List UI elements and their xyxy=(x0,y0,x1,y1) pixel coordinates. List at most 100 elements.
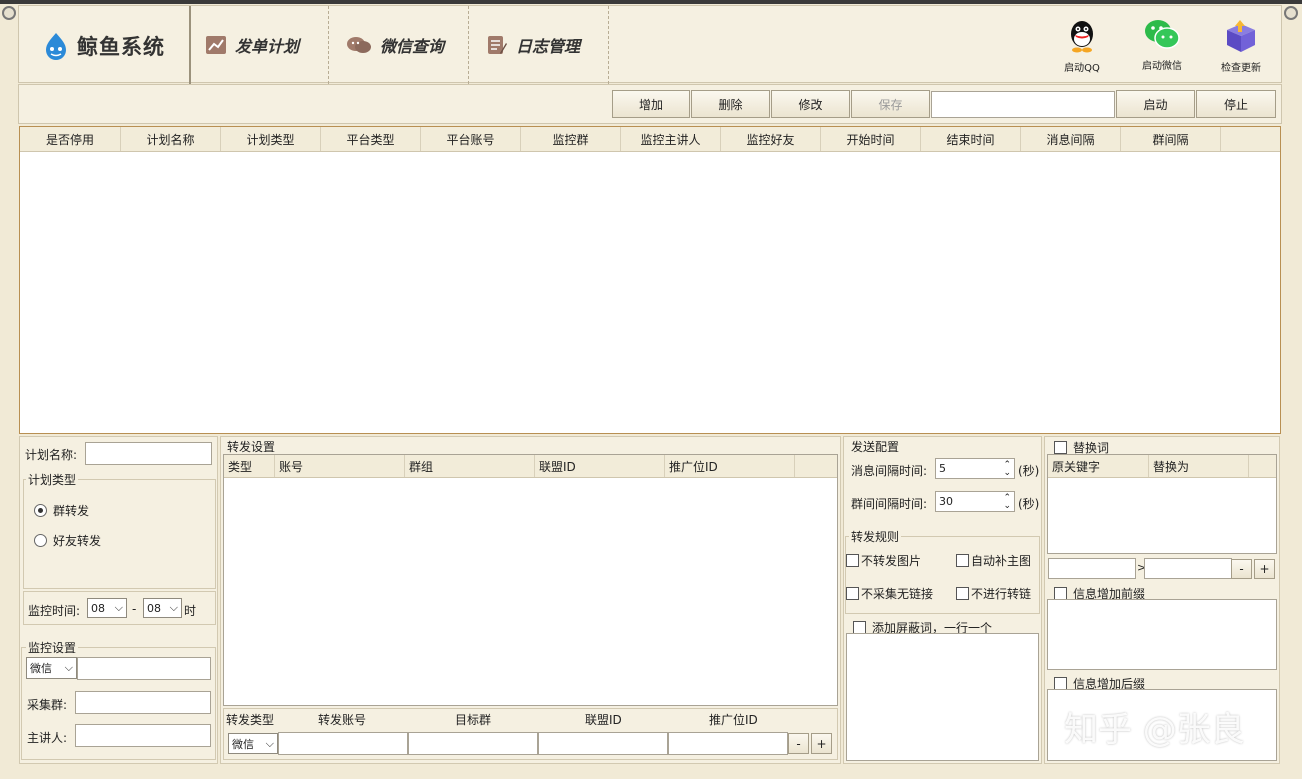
radio-label: 群转发 xyxy=(53,504,90,518)
nav-send-plan[interactable]: 发单计划 xyxy=(205,30,299,60)
column-header[interactable]: 监控好友 xyxy=(721,127,821,151)
collect-group-input[interactable] xyxy=(75,691,211,714)
chart-icon xyxy=(206,36,226,54)
alliance-id-input[interactable] xyxy=(538,732,668,755)
column-header[interactable]: 结束时间 xyxy=(921,127,1021,151)
check-update-button[interactable]: 检查更新 xyxy=(1209,18,1273,74)
column-header[interactable]: 类型 xyxy=(224,455,275,477)
save-button[interactable]: 保存 xyxy=(851,90,930,118)
spinner-arrows-icon[interactable]: ⌃ ⌄ xyxy=(1003,460,1011,477)
checkbox[interactable] xyxy=(956,554,969,567)
tool-label: 启动QQ xyxy=(1064,63,1100,74)
forward-rules-legend: 转发规则 xyxy=(849,528,902,545)
app-header: 鲸鱼系统 发单计划 微信查询 日志管理 启动QQ 启动微信 检查更新 xyxy=(18,5,1282,84)
collect-group-label: 采集群: xyxy=(27,698,68,712)
app-logo: 鲸鱼系统 xyxy=(41,30,165,62)
column-header[interactable]: 开始时间 xyxy=(821,127,921,151)
plan-table[interactable]: 是否停用 计划名称 计划类型 平台类型 平台账号 监控群 监控主讲人 监控好友 … xyxy=(19,126,1281,434)
forward-add-button[interactable]: + xyxy=(811,733,832,754)
forward-table[interactable]: 类型 账号 群组 联盟ID 推广位ID xyxy=(223,454,838,706)
original-keyword-input[interactable] xyxy=(1048,558,1136,579)
target-group-label: 目标群 xyxy=(455,713,492,727)
qq-icon xyxy=(1071,21,1093,53)
column-header[interactable]: 监控主讲人 xyxy=(621,127,721,151)
column-header[interactable]: 群组 xyxy=(405,455,535,477)
add-button[interactable]: 增加 xyxy=(612,90,690,118)
checkbox[interactable] xyxy=(846,587,859,600)
column-header[interactable]: 推广位ID xyxy=(665,455,795,477)
forward-type-select[interactable]: 微信 ⌵ xyxy=(228,733,278,754)
radio-group-forward[interactable]: 群转发 xyxy=(34,502,89,519)
column-header[interactable]: 替换为 xyxy=(1149,455,1249,477)
delete-button[interactable]: 删除 xyxy=(691,90,770,118)
plan-name-input[interactable] xyxy=(85,442,212,465)
replacement-input[interactable] xyxy=(1144,558,1232,579)
block-words-textarea[interactable] xyxy=(846,633,1039,761)
toolbar-text-field[interactable] xyxy=(931,91,1115,118)
monitor-time-label: 监控时间: xyxy=(28,604,81,618)
speaker-input[interactable] xyxy=(75,724,211,747)
column-header[interactable]: 平台账号 xyxy=(421,127,521,151)
column-header[interactable]: 监控群 xyxy=(521,127,621,151)
forward-remove-button[interactable]: - xyxy=(788,733,809,754)
start-button[interactable]: 启动 xyxy=(1116,90,1195,118)
radio-button[interactable] xyxy=(34,534,47,547)
column-header[interactable]: 原关键字 xyxy=(1048,455,1149,477)
alliance-id-label: 联盟ID xyxy=(585,713,622,727)
column-header[interactable]: 计划名称 xyxy=(121,127,221,151)
launch-qq-button[interactable]: 启动QQ xyxy=(1050,18,1114,74)
checkbox[interactable] xyxy=(846,554,859,567)
stop-button[interactable]: 停止 xyxy=(1196,90,1276,118)
checkbox[interactable] xyxy=(1054,441,1067,454)
radio-friend-forward[interactable]: 好友转发 xyxy=(34,532,101,549)
prefix-textarea[interactable] xyxy=(1047,599,1277,670)
time-separator: - xyxy=(132,602,137,616)
start-hour-select[interactable]: 08 ⌵ xyxy=(87,598,127,618)
rule-skip-no-link[interactable]: 不采集无链接 xyxy=(846,585,933,602)
column-header[interactable]: 联盟ID xyxy=(535,455,665,477)
column-header[interactable]: 消息间隔 xyxy=(1021,127,1121,151)
unit-seconds: (秒) xyxy=(1018,497,1040,511)
spinner-arrows-icon[interactable]: ⌃ ⌄ xyxy=(1003,493,1011,510)
launch-wechat-button[interactable]: 启动微信 xyxy=(1130,18,1194,72)
app-name: 鲸鱼系统 xyxy=(77,35,165,59)
modify-button[interactable]: 修改 xyxy=(771,90,850,118)
update-box-icon xyxy=(1227,20,1255,52)
promo-id-input[interactable] xyxy=(668,732,788,755)
replace-add-button[interactable]: + xyxy=(1254,559,1275,579)
select-value: 08 xyxy=(147,601,161,615)
nav-divider xyxy=(328,6,329,84)
nav-divider xyxy=(608,6,609,84)
select-value: 微信 xyxy=(232,737,254,751)
target-group-input[interactable] xyxy=(408,732,538,755)
column-header[interactable]: 是否停用 xyxy=(20,127,121,151)
checkbox[interactable] xyxy=(956,587,969,600)
msg-interval-spinner[interactable]: 5 ⌃ ⌄ xyxy=(935,458,1015,479)
replace-words-table[interactable]: 原关键字 替换为 xyxy=(1047,454,1277,554)
chevron-down-icon: ⌵ xyxy=(169,601,178,614)
column-header[interactable]: 平台类型 xyxy=(321,127,421,151)
forward-type-label: 转发类型 xyxy=(226,713,275,727)
chevron-down-icon: ⌵ xyxy=(265,736,274,750)
forward-account-input[interactable] xyxy=(278,732,408,755)
nav-log-management[interactable]: 日志管理 xyxy=(486,30,580,60)
forward-table-header: 类型 账号 群组 联盟ID 推广位ID xyxy=(224,455,837,478)
rule-no-convert-link[interactable]: 不进行转链 xyxy=(956,585,1031,602)
rule-no-image[interactable]: 不转发图片 xyxy=(846,552,921,569)
column-header[interactable]: 群间隔 xyxy=(1121,127,1221,151)
column-header[interactable]: 计划类型 xyxy=(221,127,321,151)
whale-logo-icon xyxy=(46,33,66,60)
column-header[interactable]: 账号 xyxy=(275,455,405,477)
replace-remove-button[interactable]: - xyxy=(1231,559,1252,579)
zhihu-watermark: 知乎 @张良 xyxy=(1064,710,1245,750)
end-hour-select[interactable]: 08 ⌵ xyxy=(143,598,182,618)
platform-select[interactable]: 微信 ⌵ xyxy=(26,657,77,679)
nav-wechat-query[interactable]: 微信查询 xyxy=(346,30,444,60)
plan-table-header: 是否停用 计划名称 计划类型 平台类型 平台账号 监控群 监控主讲人 监控好友 … xyxy=(20,127,1280,152)
plan-name-label: 计划名称: xyxy=(25,448,78,462)
radio-button[interactable] xyxy=(34,504,47,517)
checkbox-label: 不转发图片 xyxy=(861,554,922,568)
rule-auto-main-image[interactable]: 自动补主图 xyxy=(956,552,1031,569)
platform-account-input[interactable] xyxy=(77,657,211,680)
group-interval-spinner[interactable]: 30 ⌃ ⌄ xyxy=(935,491,1015,512)
